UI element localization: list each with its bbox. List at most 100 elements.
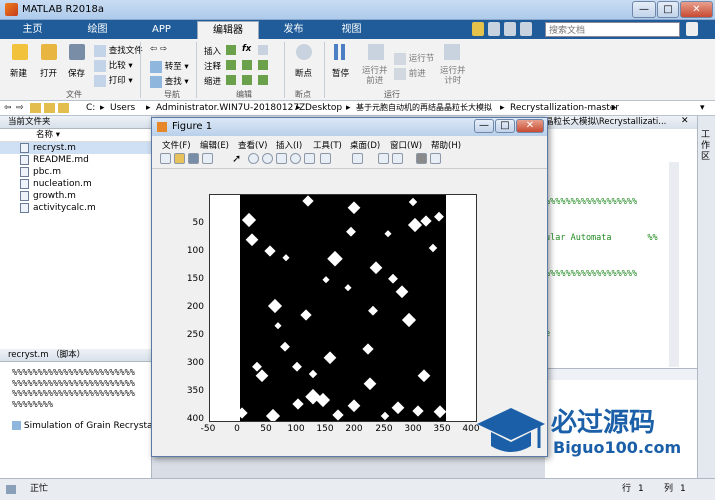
breadcrumb-desktop[interactable]: Desktop: [305, 101, 342, 115]
smart-indent-icon[interactable]: [226, 75, 236, 85]
menu-file[interactable]: 文件(F): [162, 139, 191, 151]
close-editor-icon[interactable]: ✕: [681, 116, 689, 126]
file-item[interactable]: growth.m: [0, 190, 151, 202]
find-button[interactable]: 查找 ▾: [150, 75, 189, 88]
breadcrumb-drive[interactable]: C:: [86, 101, 95, 115]
zoom-in-icon[interactable]: [248, 153, 259, 164]
maximize-button[interactable]: □: [657, 1, 679, 18]
indent-button[interactable]: 缩进: [204, 75, 221, 87]
insert-button[interactable]: 插入: [204, 45, 221, 57]
link-plot-icon[interactable]: [352, 153, 363, 164]
tab-home[interactable]: 主页: [5, 21, 60, 39]
comment-button[interactable]: 注释: [204, 60, 221, 72]
file-item[interactable]: recryst.m: [0, 142, 151, 154]
run-time-icon[interactable]: [444, 44, 460, 60]
wrap-comment-icon[interactable]: [258, 60, 268, 70]
address-dropdown-icon[interactable]: ▾: [700, 101, 705, 115]
breadcrumb-project[interactable]: 基于元胞自动机的再结晶晶粒长大模拟: [356, 101, 492, 115]
open-file-icon[interactable]: [174, 153, 185, 164]
back-arrow-icon[interactable]: ⇦: [4, 101, 12, 115]
brush-icon[interactable]: [320, 153, 331, 164]
cut-quick-icon[interactable]: [488, 22, 500, 36]
pointer-icon[interactable]: ➚: [232, 152, 241, 165]
editor-scrollbar[interactable]: [669, 162, 679, 367]
menu-view[interactable]: 查看(V): [238, 139, 267, 151]
help-quick-icon[interactable]: [520, 22, 532, 36]
editor-code[interactable]: %%%%%%%%%%%%%%%%%% ular Automata %% %%%%…: [545, 172, 658, 364]
pause-button[interactable]: 暂停: [332, 67, 349, 79]
folder-icon[interactable]: [58, 103, 69, 113]
tab-editor[interactable]: 编辑器: [197, 21, 259, 39]
file-item[interactable]: README.md: [0, 154, 151, 166]
figure-maximize-button[interactable]: □: [495, 119, 515, 133]
save-button[interactable]: 保存: [68, 67, 85, 79]
notification-icon[interactable]: [686, 22, 698, 36]
tab-publish[interactable]: 发布: [266, 21, 321, 39]
compare-button[interactable]: 比较 ▾: [94, 59, 133, 72]
fx-button[interactable]: fx: [242, 44, 251, 54]
forward-arrow-icon[interactable]: ⇨: [16, 101, 24, 115]
find-files-button[interactable]: 查找文件: [94, 44, 143, 57]
advance-button[interactable]: 前进: [394, 67, 426, 80]
browse-folder-icon[interactable]: [44, 103, 55, 113]
new-icon[interactable]: [12, 44, 28, 60]
search-input[interactable]: [545, 22, 680, 37]
column-header-name[interactable]: 名称 ▾: [0, 129, 151, 142]
plot-axes[interactable]: [209, 194, 477, 422]
print-figure-icon[interactable]: [202, 153, 213, 164]
run-advance-icon[interactable]: [368, 44, 384, 60]
undo-quick-icon[interactable]: [504, 22, 516, 36]
insert-section-icon[interactable]: [226, 45, 236, 55]
run-time-button[interactable]: 运行并 计时: [440, 66, 466, 86]
legend-icon[interactable]: [392, 153, 403, 164]
figure-close-button[interactable]: ✕: [516, 119, 544, 133]
menu-window[interactable]: 窗口(W): [390, 139, 422, 151]
pan-icon[interactable]: [276, 153, 287, 164]
show-plot-tools-icon[interactable]: [430, 153, 441, 164]
data-cursor-icon[interactable]: [304, 153, 315, 164]
file-item[interactable]: activitycalc.m: [0, 202, 151, 214]
close-button[interactable]: ✕: [680, 1, 713, 18]
hide-plot-tools-icon[interactable]: [416, 153, 427, 164]
breakpoints-icon[interactable]: [296, 44, 312, 60]
print-button[interactable]: 打印 ▾: [94, 74, 133, 87]
new-figure-icon[interactable]: [160, 153, 171, 164]
breadcrumb-users[interactable]: Users: [110, 101, 135, 115]
new-button[interactable]: 新建: [10, 67, 27, 79]
menu-help[interactable]: 帮助(H): [431, 139, 461, 151]
function-entry[interactable]: Simulation of Grain Recrystalliza: [12, 421, 170, 431]
breadcrumb-admin[interactable]: Administrator.WIN7U-20180127Z: [156, 101, 305, 115]
menu-desktop[interactable]: 桌面(D): [350, 139, 380, 151]
nav-arrows[interactable]: ⇦ ⇨: [150, 44, 167, 54]
increase-indent-icon[interactable]: [242, 75, 252, 85]
folder-up-icon[interactable]: [30, 103, 41, 113]
breadcrumb-recryst[interactable]: Recrystallization-master: [510, 101, 619, 115]
pause-icon[interactable]: [333, 44, 347, 60]
save-quick-icon[interactable]: [472, 22, 484, 36]
insert-misc-icon[interactable]: [258, 45, 268, 55]
tab-plots[interactable]: 绘图: [70, 21, 125, 39]
rotate-icon[interactable]: [290, 153, 301, 164]
uncomment-icon[interactable]: [242, 60, 252, 70]
run-section-button[interactable]: 运行节: [394, 52, 434, 65]
tab-view[interactable]: 视图: [324, 21, 379, 39]
open-icon[interactable]: [41, 44, 57, 60]
comment-icon[interactable]: [226, 60, 236, 70]
save-icon[interactable]: [69, 44, 85, 60]
run-advance-button[interactable]: 运行并 前进: [362, 66, 388, 86]
file-item[interactable]: nucleation.m: [0, 178, 151, 190]
save-figure-icon[interactable]: [188, 153, 199, 164]
open-button[interactable]: 打开: [40, 67, 57, 79]
breakpoints-button[interactable]: 断点: [295, 67, 312, 79]
figure-minimize-button[interactable]: —: [474, 119, 494, 133]
file-item[interactable]: pbc.m: [0, 166, 151, 178]
goto-button[interactable]: 转至 ▾: [150, 60, 189, 73]
minimize-button[interactable]: —: [632, 1, 656, 18]
colorbar-icon[interactable]: [378, 153, 389, 164]
tab-apps[interactable]: APP: [134, 21, 189, 39]
menu-insert[interactable]: 插入(I): [276, 139, 302, 151]
zoom-out-icon[interactable]: [262, 153, 273, 164]
menu-tools[interactable]: 工具(T): [313, 139, 342, 151]
menu-edit[interactable]: 编辑(E): [200, 139, 229, 151]
decrease-indent-icon[interactable]: [258, 75, 268, 85]
